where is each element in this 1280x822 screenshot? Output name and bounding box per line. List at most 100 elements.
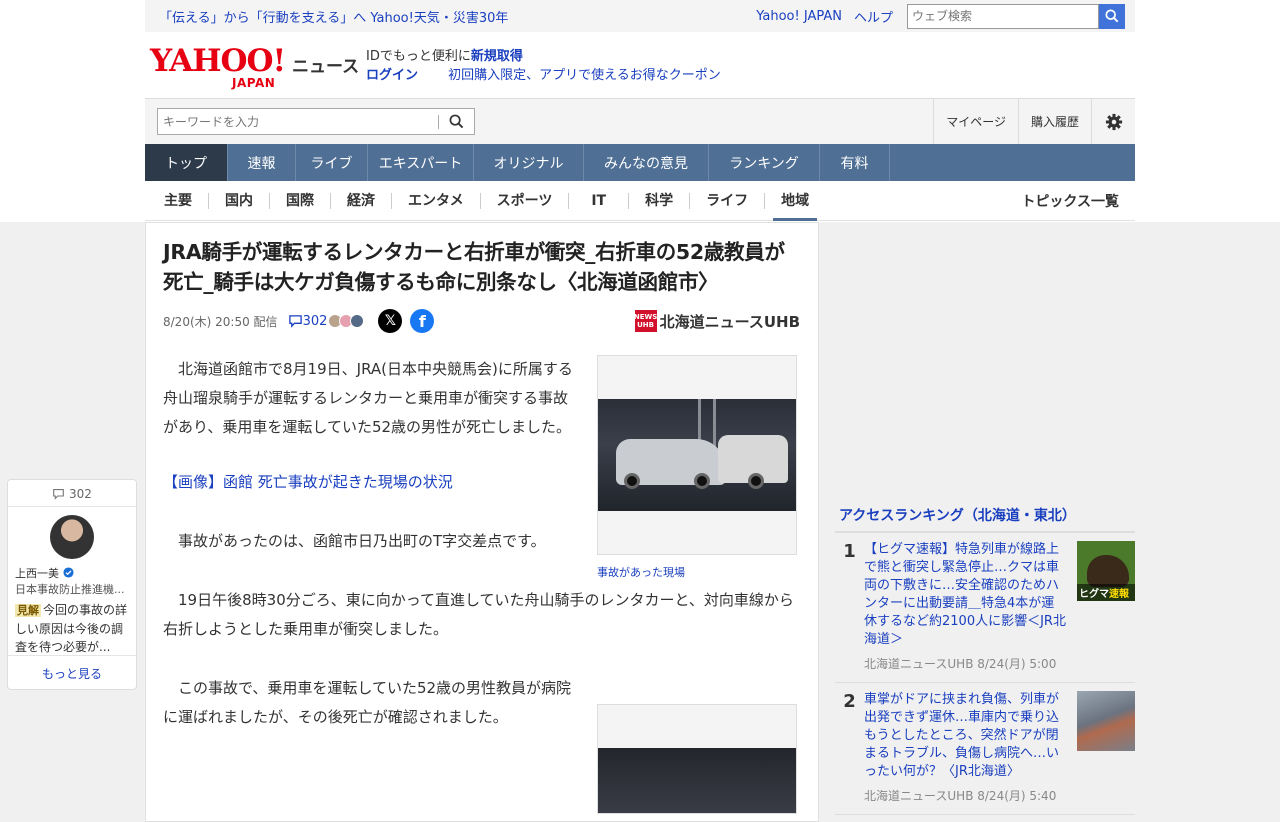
paragraph-text: この事故で、乗用車を運転していた52歳の男性教員が病院に運ばれましたが、その後死… [163,679,572,726]
tab-original[interactable]: オリジナル [474,144,584,181]
accident-photo [598,399,796,511]
article-meta: 8/20(木) 20:50 配信 302 𝕏 f NEWS UHB 北海道ニュー… [163,307,800,335]
promo-right: Yahoo! JAPAN ヘルプ [756,3,1135,29]
figure-caption: 事故があった現場 [597,566,685,579]
my-page-link[interactable]: マイページ [933,98,1018,145]
category-nav: 主要 国内 国際 経済 エンタメ スポーツ IT 科学 ライフ 地域 トピックス… [145,181,1135,221]
article-date-value: 8/20(木) 20:50 [163,314,250,329]
coupon-link[interactable]: 初回購入限定、アプリで使えるお得なクーポン [448,68,721,83]
promo-bar: 「伝える」から「行動を支える」へ Yahoo!天気・災害30年 Yahoo! J… [145,0,1135,32]
topics-list-link[interactable]: トピックス一覧 [1021,191,1119,211]
yahoo-news-logo[interactable]: YAHOO! JAPAN ニュース [150,43,360,91]
article-figure-2[interactable] [597,704,797,814]
signup-link[interactable]: 新規取得 [471,49,523,64]
article-paragraph: 19日午後8時30分ごろ、東に向かって直進していた舟山騎手のレンタカーと、対向車… [163,586,800,644]
category-it[interactable]: IT [569,192,630,209]
category-local[interactable]: 地域 [765,193,825,221]
ranking-number: 2 [843,691,856,712]
category-sports[interactable]: スポーツ [481,192,570,209]
comment-count-link[interactable]: 302 [288,313,328,329]
search-icon [449,114,463,129]
ranking-item[interactable]: 1 【ヒグマ速報】特急列車が線路上で熊と衝突し緊急停止…クマは車両の下敷きに…安… [835,533,1135,683]
more-comments-link[interactable]: もっと見る [8,655,136,687]
figure-image-frame[interactable] [597,355,797,555]
comment-text[interactable]: 見解 今回の事故の詳しい原因は今後の調査を待つ必要が... [8,597,136,655]
yahoo-japan-link[interactable]: Yahoo! JAPAN [756,9,842,24]
ranking-number: 1 [843,541,856,562]
tab-paid[interactable]: 有料 [820,144,890,181]
tab-opinions[interactable]: みんなの意見 [584,144,709,181]
verified-icon [62,567,74,578]
id-box: IDでもっと便利に新規取得 ログイン 初回購入限定、アプリで使えるお得なクーポン [366,47,721,85]
category-life[interactable]: ライフ [690,192,766,209]
thumbnail-label-a: ヒグマ [1079,589,1109,600]
source-name: 北海道ニュースUHB [659,312,800,331]
ranking-title: アクセスランキング（北海道・東北） [835,505,1135,533]
comment-tag: 見解 [15,604,41,617]
thumbnail-label-b: 速報 [1109,589,1129,600]
facebook-share-icon[interactable]: f [410,309,435,333]
commenter-avatars [328,314,365,328]
ranking-thumbnail: ヒグマ速報 [1077,541,1135,601]
article-paragraph: 北海道函館市で8月19日、JRA(日本中央競馬会)に所属する舟山瑠泉騎手が運転す… [163,355,581,442]
ranking-text: 【ヒグマ速報】特急列車が線路上で熊と衝突し緊急停止…クマは車両の下敷きに…安全確… [864,541,1067,672]
tab-top[interactable]: トップ [145,144,228,181]
comment-icon [288,315,302,328]
account-links: マイページ 購入履歴 [933,98,1135,145]
x-share-icon[interactable]: 𝕏 [378,309,403,333]
commenter-name-text: 上西一美 [15,567,59,580]
logo-yahoo: YAHOO! [150,43,286,79]
access-ranking: アクセスランキング（北海道・東北） 1 【ヒグマ速報】特急列車が線路上で熊と衝突… [835,505,1135,815]
logo-japan: JAPAN [232,76,276,90]
keyword-search-button[interactable] [439,109,473,134]
share-buttons: 𝕏 f [378,309,435,333]
ranking-headline[interactable]: 【ヒグマ速報】特急列車が線路上で熊と衝突し緊急停止…クマは車両の下敷きに…安全確… [864,541,1067,649]
category-international[interactable]: 国際 [270,192,331,209]
comment-float-header[interactable]: 302 [8,480,136,507]
article-paragraph: この事故で、乗用車を運転していた52歳の男性教員が病院に運ばれましたが、その後死… [163,674,581,732]
tab-expert[interactable]: エキスパート [368,144,474,181]
article-date: 8/20(木) 20:50 配信 [163,313,278,330]
category-main[interactable]: 主要 [145,192,209,209]
login-link[interactable]: ログイン [366,68,418,83]
purchase-history-link[interactable]: 購入履歴 [1017,98,1091,145]
tab-breaking[interactable]: 速報 [228,144,296,181]
source-logo: NEWS UHB [634,310,657,332]
article-paragraph: 事故があったのは、函館市日乃出町のT字交差点です。 [163,527,581,556]
commenter-avatar[interactable] [50,515,94,559]
commenter-name[interactable]: 上西一美 [8,565,136,581]
article-source[interactable]: NEWS UHB 北海道ニュースUHB [634,310,800,332]
ranking-item[interactable]: 2 車掌がドアに挟まれ負傷、列車が出発できず運休…車庫内で乗り込もうとしたところ… [835,683,1135,815]
article: JRA騎手が運転するレンタカーと右折車が衝突_右折車の52歳教員が死亡_騎手は大… [145,222,819,822]
comment-icon [53,489,64,500]
settings-button[interactable] [1091,98,1135,145]
article-date-suffix: 配信 [253,314,278,329]
web-search-input[interactable] [907,3,1099,29]
comment-count: 302 [302,313,328,329]
search-icon [1105,9,1119,23]
ranking-headline[interactable]: 車掌がドアに挟まれ負傷、列車が出発できず運休…車庫内で乗り込もうとしたところ、突… [864,691,1067,781]
web-search-button[interactable] [1099,3,1125,29]
id-prompt: IDでもっと便利に [366,49,471,64]
promo-link[interactable]: 「伝える」から「行動を支える」へ Yahoo!天気・災害30年 [159,7,508,26]
category-domestic[interactable]: 国内 [209,192,270,209]
web-search [907,3,1125,29]
main-nav: トップ 速報 ライブ エキスパート オリジナル みんなの意見 ランキング 有料 [145,144,1135,181]
article-body: 北海道函館市で8月19日、JRA(日本中央競馬会)に所属する舟山瑠泉騎手が運転す… [163,355,800,814]
category-entertainment[interactable]: エンタメ [392,192,481,209]
keyword-input[interactable] [158,109,438,134]
logo-header: YAHOO! JAPAN ニュース IDでもっと便利に新規取得 ログイン 初回購… [145,32,1135,98]
commenter-avatar [350,314,365,328]
accident-photo-2 [598,748,796,813]
tab-ranking[interactable]: ランキング [709,144,820,181]
keyword-search-row: マイページ 購入履歴 [145,98,1135,145]
category-science[interactable]: 科学 [629,192,691,209]
comment-float-card: 302 上西一美 日本事故防止推進機... 見解 今回の事故の詳しい原因は今後の調… [7,479,137,690]
article-figure: 事故があった現場 [597,355,797,580]
ranking-source: 北海道ニュースUHB 8/24(月) 5:00 [864,657,1057,671]
comment-float-count: 302 [68,487,92,501]
ranking-thumbnail [1077,691,1135,751]
category-economy[interactable]: 経済 [331,192,392,209]
tab-live[interactable]: ライブ [296,144,368,181]
help-link[interactable]: ヘルプ [854,7,893,26]
